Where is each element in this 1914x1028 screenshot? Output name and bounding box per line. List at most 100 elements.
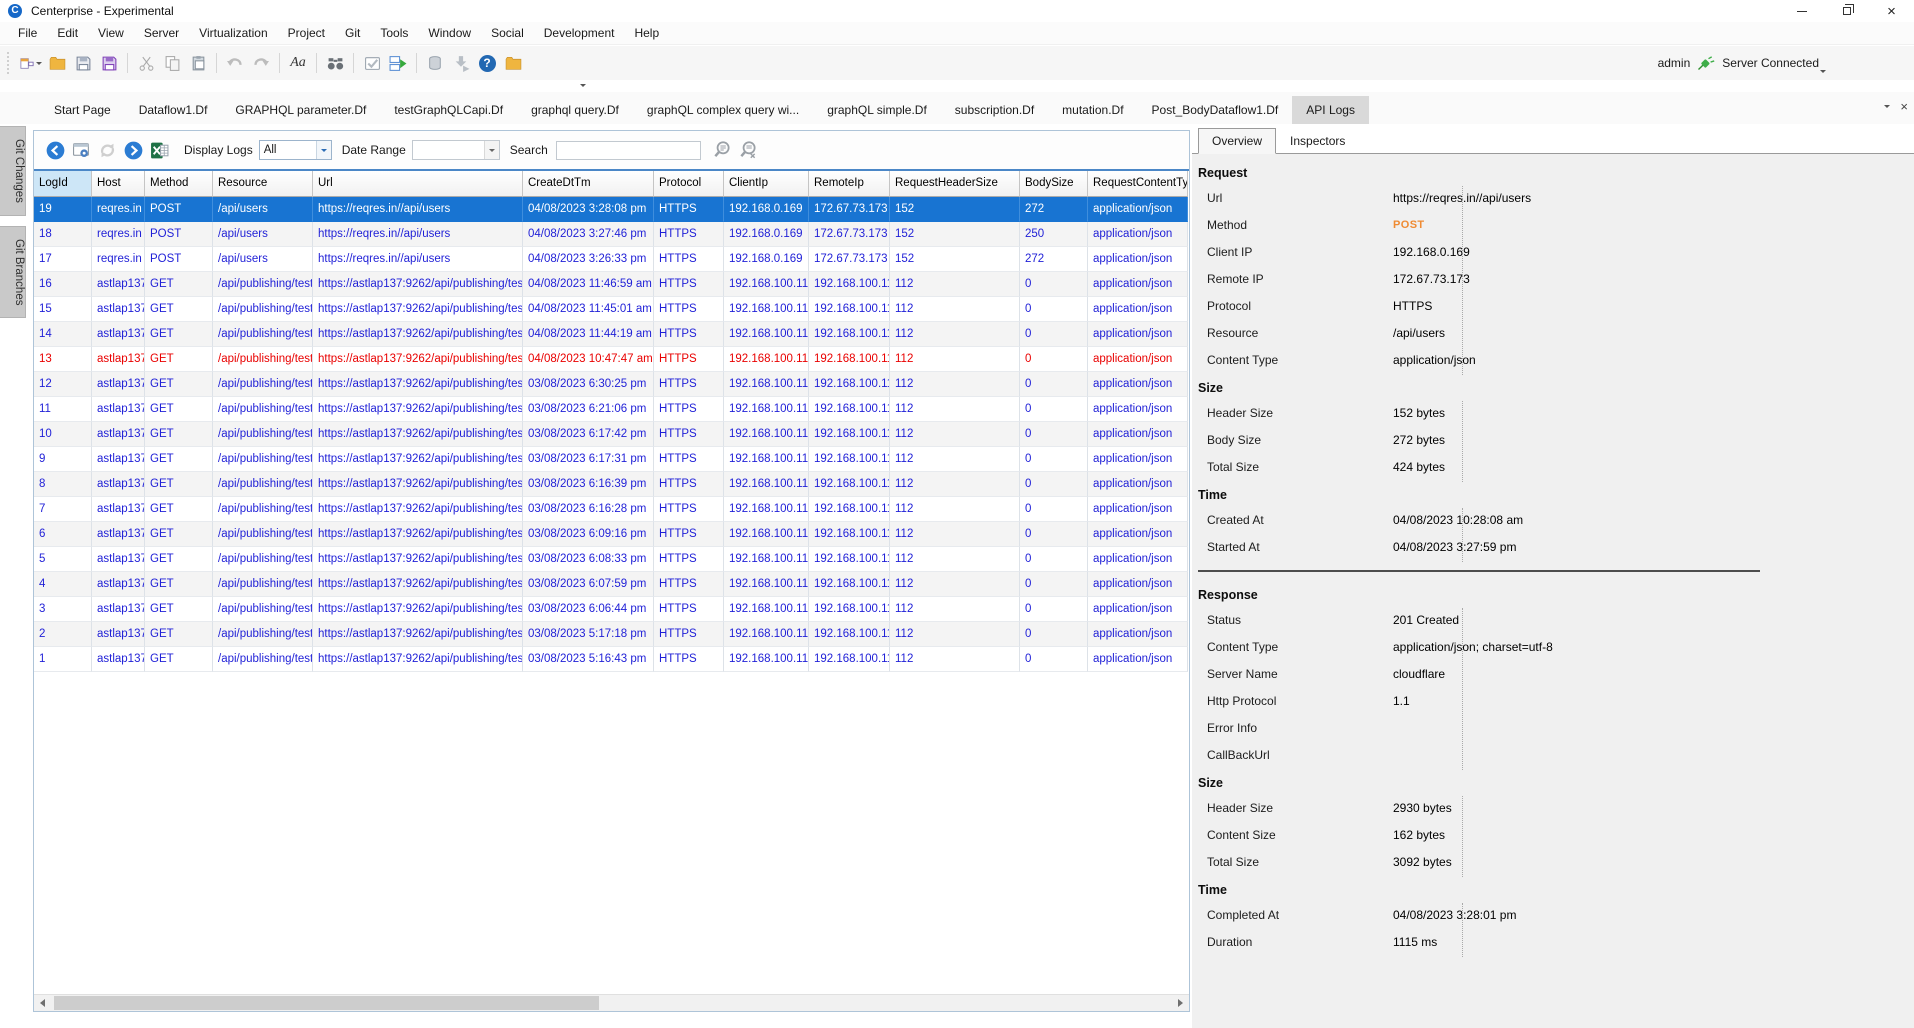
table-row[interactable]: 19reqres.inPOST/api/usershttps://reqres.… xyxy=(34,197,1188,222)
column-header-clientip[interactable]: ClientIp xyxy=(724,171,809,197)
menu-tools[interactable]: Tools xyxy=(370,22,418,45)
tab-dataflow1-df[interactable]: Dataflow1.Df xyxy=(125,96,222,124)
scrollbar-thumb[interactable] xyxy=(54,996,599,1010)
menu-social[interactable]: Social xyxy=(481,22,534,45)
tab-post-bodydataflow1-df[interactable]: Post_BodyDataflow1.Df xyxy=(1138,96,1293,124)
scroll-left-button[interactable] xyxy=(34,995,51,1011)
menu-git[interactable]: Git xyxy=(335,22,370,45)
date-range-select[interactable] xyxy=(412,140,500,160)
table-row[interactable]: 15astlap137GET/api/publishing/testhttps:… xyxy=(34,297,1188,322)
table-row[interactable]: 13astlap137GET/api/publishing/testhttps:… xyxy=(34,347,1188,372)
column-header-requestheadersize[interactable]: RequestHeaderSize xyxy=(890,171,1020,197)
restore-button[interactable] xyxy=(1824,0,1869,22)
column-splitter[interactable] xyxy=(1462,608,1463,770)
toolbar-grip[interactable] xyxy=(6,52,10,74)
cut-button[interactable] xyxy=(135,51,157,75)
horizontal-scrollbar[interactable] xyxy=(34,994,1189,1011)
search-logs-button[interactable] xyxy=(711,139,733,161)
table-row[interactable]: 8astlap137GET/api/publishing/testhttps:/… xyxy=(34,472,1188,497)
refresh-button[interactable] xyxy=(96,139,118,161)
column-splitter[interactable] xyxy=(1462,186,1463,375)
menu-window[interactable]: Window xyxy=(418,22,481,45)
tab-start-page[interactable]: Start Page xyxy=(40,96,125,124)
tab-graphql-simple-df[interactable]: graphQL simple.Df xyxy=(813,96,941,124)
clear-search-button[interactable] xyxy=(737,139,759,161)
menu-project[interactable]: Project xyxy=(278,22,335,45)
side-tab-git-branches[interactable]: Git Branches xyxy=(0,226,26,318)
table-row[interactable]: 7astlap137GET/api/publishing/testhttps:/… xyxy=(34,497,1188,522)
side-tab-git-changes[interactable]: Git Changes xyxy=(0,126,26,216)
navigate-forward-button[interactable] xyxy=(122,139,144,161)
save-all-button[interactable] xyxy=(98,51,120,75)
tab-graphql-parameter-df[interactable]: GRAPHQL parameter.Df xyxy=(221,96,380,124)
save-button[interactable] xyxy=(72,51,94,75)
column-header-protocol[interactable]: Protocol xyxy=(654,171,724,197)
table-row[interactable]: 6astlap137GET/api/publishing/testhttps:/… xyxy=(34,522,1188,547)
close-button[interactable]: × xyxy=(1869,0,1914,22)
column-header-url[interactable]: Url xyxy=(313,171,523,197)
toolbar-options-button[interactable] xyxy=(1820,60,1826,78)
verify-button[interactable] xyxy=(361,51,383,75)
log-settings-button[interactable] xyxy=(70,139,92,161)
tab-testgraphqlcapi-df[interactable]: testGraphQLCapi.Df xyxy=(380,96,517,124)
column-header-requestcontenttype[interactable]: RequestContentType xyxy=(1088,171,1188,197)
column-header-createdttm[interactable]: CreateDtTm xyxy=(523,171,654,197)
database-button[interactable] xyxy=(424,51,446,75)
export-excel-button[interactable] xyxy=(148,139,170,161)
menu-virtualization[interactable]: Virtualization xyxy=(189,22,277,45)
toolbar-overflow-button[interactable] xyxy=(580,74,586,92)
copy-button[interactable] xyxy=(161,51,183,75)
minimize-button[interactable] xyxy=(1779,0,1824,22)
menu-view[interactable]: View xyxy=(88,22,134,45)
table-row[interactable]: 2astlap137GET/api/publishing/testhttps:/… xyxy=(34,622,1188,647)
table-row[interactable]: 18reqres.inPOST/api/usershttps://reqres.… xyxy=(34,222,1188,247)
tab-graphql-complex-query-wi[interactable]: graphQL complex query wi... xyxy=(633,96,813,124)
navigate-back-button[interactable] xyxy=(44,139,66,161)
menu-file[interactable]: File xyxy=(8,22,47,45)
menu-development[interactable]: Development xyxy=(534,22,625,45)
details-tab-overview[interactable]: Overview xyxy=(1198,128,1276,154)
font-settings-button[interactable] xyxy=(287,51,309,75)
start-dataflow-button[interactable] xyxy=(387,51,409,75)
open-project-button[interactable] xyxy=(502,51,524,75)
table-row[interactable]: 4astlap137GET/api/publishing/testhttps:/… xyxy=(34,572,1188,597)
deploy-button[interactable] xyxy=(450,51,472,75)
menu-help[interactable]: Help xyxy=(624,22,669,45)
scroll-right-button[interactable] xyxy=(1172,995,1189,1011)
column-header-bodysize[interactable]: BodySize xyxy=(1020,171,1088,197)
column-header-resource[interactable]: Resource xyxy=(213,171,313,197)
tab-graphql-query-df[interactable]: graphql query.Df xyxy=(517,96,633,124)
table-row[interactable]: 11astlap137GET/api/publishing/testhttps:… xyxy=(34,397,1188,422)
column-splitter[interactable] xyxy=(1462,401,1463,482)
display-logs-select[interactable]: All xyxy=(259,140,332,160)
open-button[interactable] xyxy=(46,51,68,75)
undo-button[interactable] xyxy=(224,51,246,75)
table-row[interactable]: 1astlap137GET/api/publishing/testhttps:/… xyxy=(34,647,1188,672)
column-header-method[interactable]: Method xyxy=(145,171,213,197)
help-button[interactable] xyxy=(476,51,498,75)
details-tab-inspectors[interactable]: Inspectors xyxy=(1276,128,1359,154)
table-row[interactable]: 9astlap137GET/api/publishing/testhttps:/… xyxy=(34,447,1188,472)
table-row[interactable]: 17reqres.inPOST/api/usershttps://reqres.… xyxy=(34,247,1188,272)
find-button[interactable] xyxy=(324,51,346,75)
column-splitter[interactable] xyxy=(1462,903,1463,957)
table-row[interactable]: 3astlap137GET/api/publishing/testhttps:/… xyxy=(34,597,1188,622)
redo-button[interactable] xyxy=(250,51,272,75)
tab-mutation-df[interactable]: mutation.Df xyxy=(1048,96,1137,124)
tab-close-icon[interactable]: × xyxy=(1900,100,1908,113)
tab-subscription-df[interactable]: subscription.Df xyxy=(941,96,1048,124)
table-row[interactable]: 14astlap137GET/api/publishing/testhttps:… xyxy=(34,322,1188,347)
paste-button[interactable] xyxy=(187,51,209,75)
tab-list-dropdown-icon[interactable] xyxy=(1884,105,1890,108)
table-row[interactable]: 5astlap137GET/api/publishing/testhttps:/… xyxy=(34,547,1188,572)
table-row[interactable]: 16astlap137GET/api/publishing/testhttps:… xyxy=(34,272,1188,297)
new-dataflow-button[interactable] xyxy=(20,51,42,75)
table-row[interactable]: 10astlap137GET/api/publishing/testhttps:… xyxy=(34,422,1188,447)
column-splitter[interactable] xyxy=(1462,508,1463,562)
tab-api-logs[interactable]: API Logs xyxy=(1292,96,1369,124)
menu-server[interactable]: Server xyxy=(134,22,189,45)
column-header-logid[interactable]: LogId xyxy=(34,171,92,197)
search-input[interactable] xyxy=(556,141,701,160)
menu-edit[interactable]: Edit xyxy=(47,22,88,45)
column-header-remoteip[interactable]: RemoteIp xyxy=(809,171,890,197)
